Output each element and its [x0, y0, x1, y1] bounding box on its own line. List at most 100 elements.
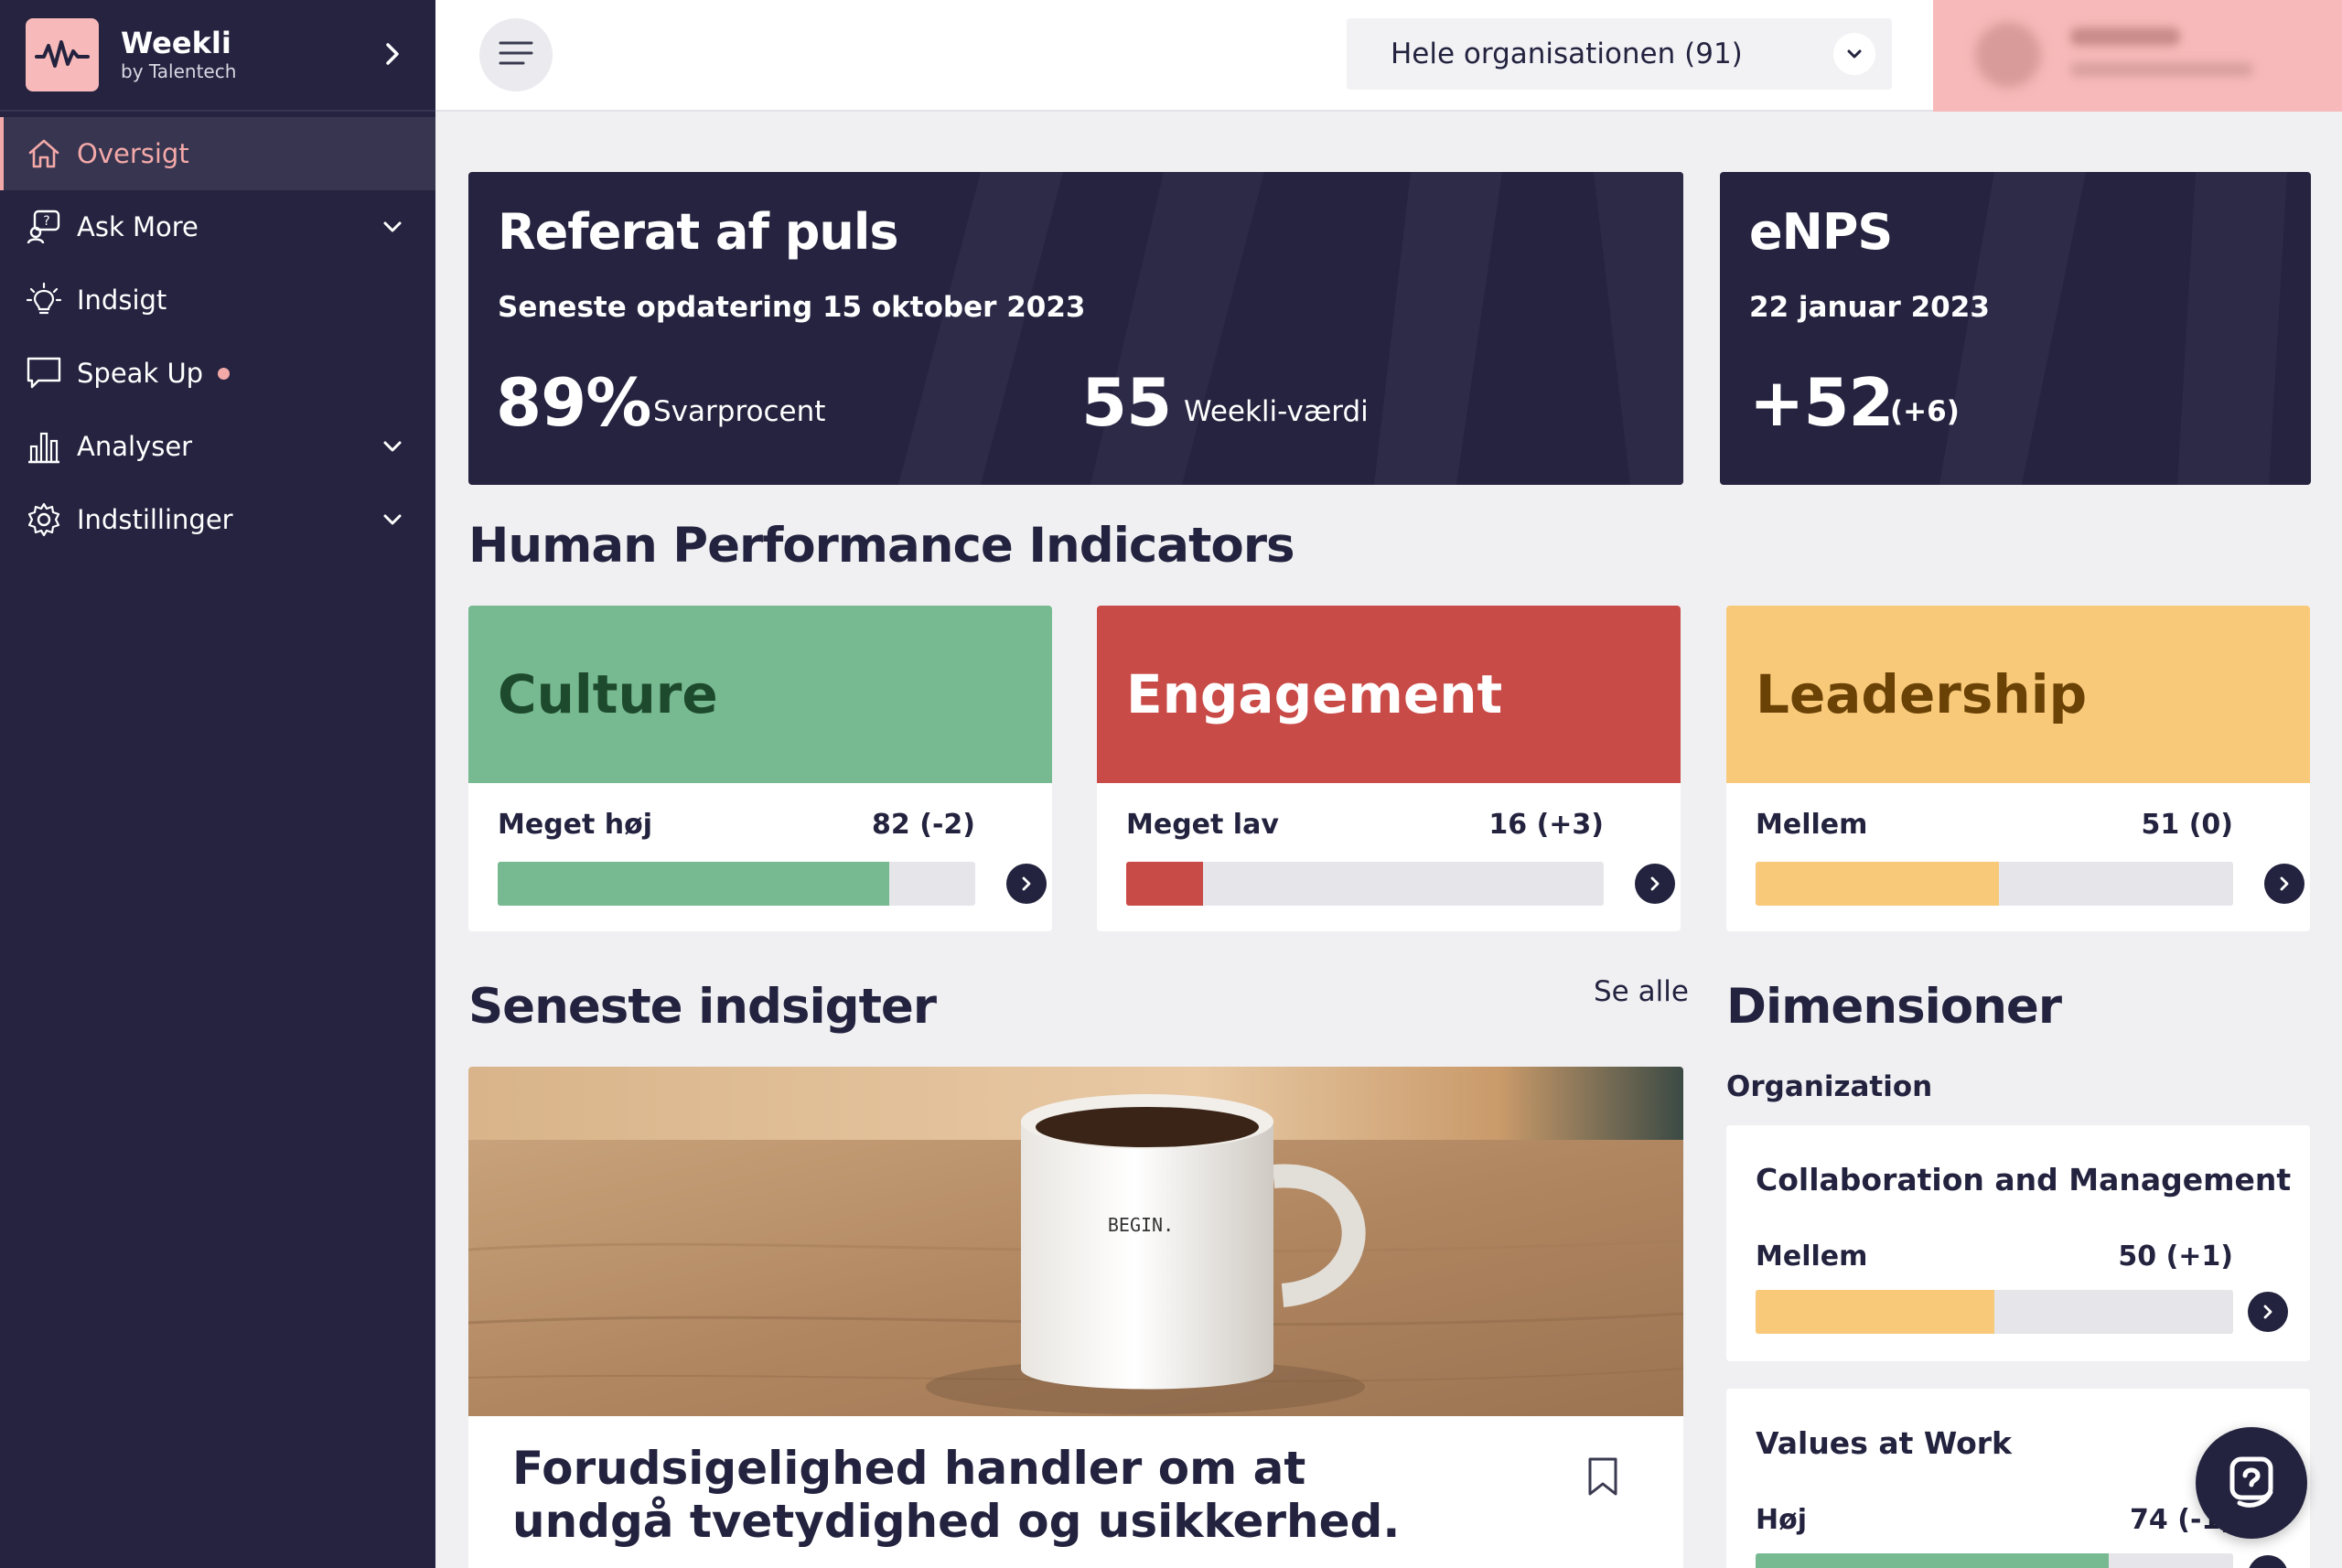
arrow-right-button[interactable] [2248, 1292, 2288, 1332]
chevron-right-icon [1022, 876, 1031, 891]
brand-subtitle: by Talentech [121, 60, 237, 82]
sidebar-item-speak-up[interactable]: Speak Up [0, 337, 435, 410]
hpi-score: 82 (-2) [872, 809, 975, 841]
dimension-score-row: Høj 74 (-1) [1756, 1504, 2233, 1536]
sidebar-item-label: Speak Up [77, 358, 204, 389]
insight-image: BEGIN. [468, 1067, 1683, 1416]
progress-bar [1756, 1290, 2233, 1334]
enps-delta: (+6) [1890, 395, 1960, 428]
chat-icon [2221, 1452, 2282, 1515]
sidebar: Weekli by Talentech Oversigt ? Ask More … [0, 0, 435, 1568]
hpi-card-title: Leadership [1726, 606, 2310, 783]
hamburger-icon [498, 39, 534, 70]
hpi-level: Mellem [1756, 809, 1868, 841]
home-icon [26, 135, 62, 172]
chevron-right-icon [1650, 876, 1660, 891]
dimension-level: Mellem [1756, 1240, 1868, 1273]
dimension-group-label: Organization [1726, 1070, 1933, 1103]
sidebar-item-label: Ask More [77, 211, 199, 242]
user-name-redacted [2070, 27, 2180, 46]
weekli-value-label: Weekli-værdi [1184, 395, 1369, 428]
brand-name: Weekli [121, 26, 231, 60]
response-rate-label: Svarprocent [653, 395, 826, 428]
chevron-right-icon[interactable] [382, 40, 403, 71]
dimension-title: Collaboration and Management [1756, 1162, 2292, 1197]
bar-chart-icon [26, 428, 62, 465]
sidebar-item-indsigt[interactable]: Indsigt [0, 263, 435, 337]
arrow-right-button[interactable] [2248, 1555, 2288, 1568]
sidebar-item-label: Indstillinger [77, 504, 233, 535]
bookmark-icon[interactable] [1586, 1456, 1619, 1500]
arrow-right-button[interactable] [2264, 864, 2304, 904]
hpi-level: Meget høj [498, 809, 653, 841]
dimension-title: Values at Work [1756, 1425, 2012, 1461]
lightbulb-icon [26, 282, 62, 318]
weekli-logo-icon [26, 18, 99, 91]
see-all-link[interactable]: Se alle [1594, 975, 1689, 1008]
avatar [1975, 22, 2041, 88]
dimension-score-row: Mellem 50 (+1) [1756, 1240, 2233, 1273]
hpi-score-row: Meget lav 16 (+3) [1126, 809, 1604, 841]
chevron-down-icon[interactable] [381, 214, 404, 245]
mug-text: BEGIN. [1108, 1214, 1174, 1236]
arrow-right-button[interactable] [1635, 864, 1675, 904]
progress-bar [1756, 1553, 2233, 1568]
pulse-title: Referat af puls [498, 203, 898, 261]
insight-card[interactable]: BEGIN. Forudsigelighed handler om at und… [468, 1067, 1683, 1568]
sidebar-item-label: Indsigt [77, 285, 167, 316]
organization-select-value: Hele organisationen (91) [1391, 38, 1743, 70]
user-role-redacted [2070, 62, 2253, 77]
sidebar-item-label: Oversigt [77, 138, 189, 169]
sidebar-item-ask-more[interactable]: ? Ask More [0, 190, 435, 263]
enps-value: +52 [1749, 364, 1895, 441]
progress-bar-fill [1756, 1290, 1994, 1334]
hpi-card-leadership[interactable]: Leadership Mellem 51 (0) [1726, 606, 2310, 931]
user-menu[interactable] [1933, 0, 2342, 112]
organization-select[interactable]: Hele organisationen (91) [1347, 18, 1892, 90]
hpi-score-row: Mellem 51 (0) [1756, 809, 2233, 841]
brand[interactable]: Weekli by Talentech [0, 0, 435, 112]
hpi-score: 16 (+3) [1488, 809, 1604, 841]
chevron-down-icon[interactable] [381, 434, 404, 465]
progress-bar-fill [1756, 862, 2000, 906]
progress-bar-fill [1756, 1553, 2110, 1568]
enps-date: 22 januar 2023 [1749, 291, 1990, 324]
progress-bar-fill [1126, 862, 1203, 906]
progress-bar [1756, 862, 2233, 906]
hpi-card-engagement[interactable]: Engagement Meget lav 16 (+3) [1097, 606, 1681, 931]
pulse-subtitle: Seneste opdatering 15 oktober 2023 [498, 291, 1086, 324]
sidebar-item-analyser[interactable]: Analyser [0, 410, 435, 483]
enps-card: eNPS 22 januar 2023 +52 (+6) [1720, 172, 2311, 485]
chevron-down-icon[interactable] [381, 507, 404, 538]
hpi-section-title: Human Performance Indicators [468, 518, 1295, 574]
enps-title: eNPS [1749, 203, 1893, 261]
sidebar-item-oversigt[interactable]: Oversigt [0, 117, 435, 190]
progress-bar-fill [498, 862, 890, 906]
insights-section-title: Seneste indsigter [468, 979, 937, 1035]
arrow-right-button[interactable] [1006, 864, 1047, 904]
dimension-score: 50 (+1) [2118, 1240, 2233, 1273]
hpi-card-title: Engagement [1097, 606, 1681, 783]
menu-button[interactable] [479, 18, 553, 91]
weekli-value: 55 [1081, 364, 1172, 441]
gear-icon [26, 501, 62, 538]
chevron-right-icon [2263, 1305, 2272, 1319]
sidebar-item-label: Analyser [77, 431, 193, 462]
notification-dot [218, 367, 231, 380]
sidebar-item-indstillinger[interactable]: Indstillinger [0, 483, 435, 556]
ask-more-icon: ? [26, 209, 62, 245]
progress-bar [1126, 862, 1604, 906]
svg-text:?: ? [43, 214, 49, 229]
pulse-summary-card: Referat af puls Seneste opdatering 15 ok… [468, 172, 1683, 485]
hpi-score: 51 (0) [2141, 809, 2234, 841]
dimension-level: Høj [1756, 1504, 1808, 1536]
help-chat-button[interactable] [2196, 1427, 2307, 1539]
chevron-right-icon [2280, 876, 2289, 891]
hpi-score-row: Meget høj 82 (-2) [498, 809, 975, 841]
dimension-card[interactable]: Collaboration and Management Mellem 50 (+1… [1726, 1125, 2310, 1361]
hpi-card-culture[interactable]: Culture Meget høj 82 (-2) [468, 606, 1052, 931]
insight-title: Forudsigelighed handler om at undgå tvet… [512, 1442, 1401, 1548]
topbar: Hele organisationen (91) [435, 0, 2342, 112]
chevron-down-icon [1833, 33, 1875, 75]
speech-bubble-icon [26, 355, 62, 392]
